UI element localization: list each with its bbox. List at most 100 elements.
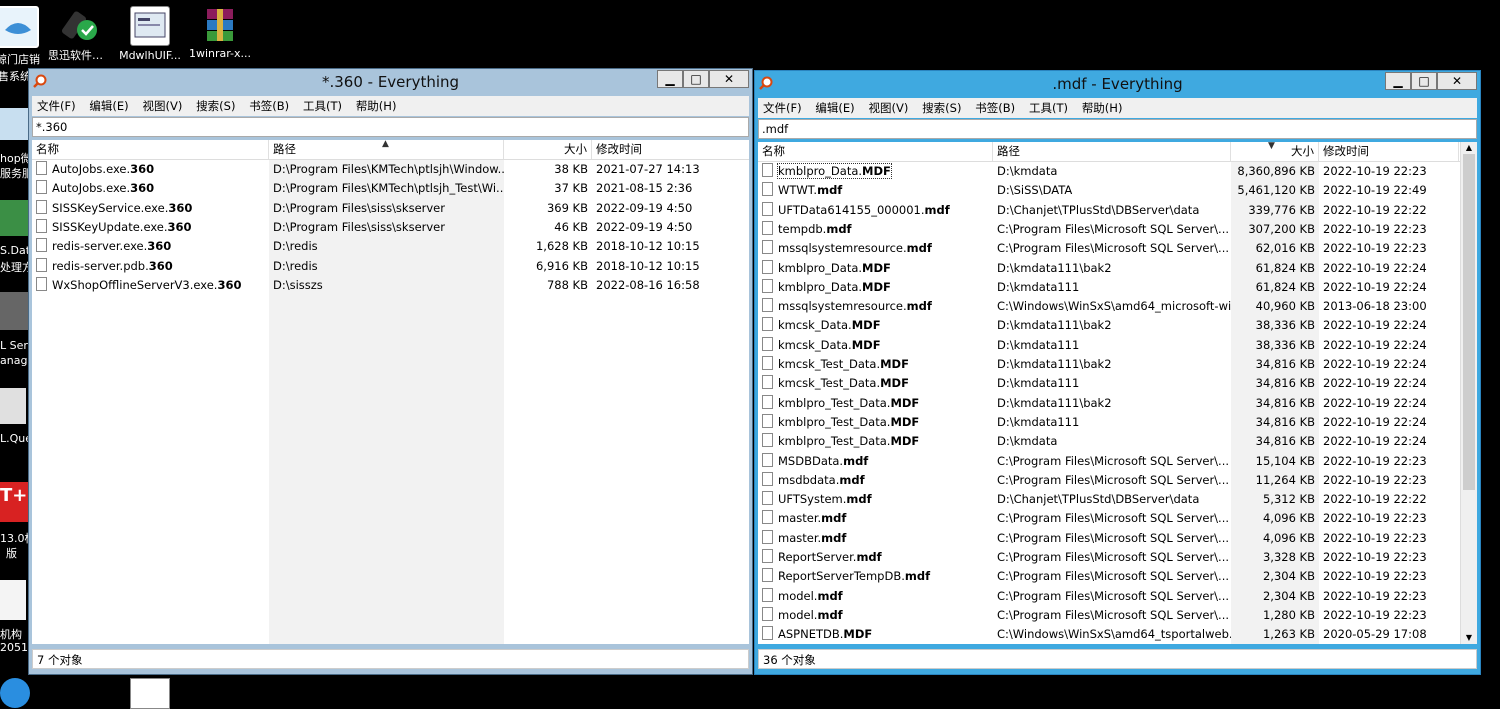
- cell-name: kmblpro_Test_Data.MDF: [758, 394, 993, 413]
- table-row[interactable]: kmcsk_Data.MDF D:\kmdata111\bak2 38,336 KB…: [758, 316, 1461, 335]
- table-row[interactable]: master.mdf C:\Program Files\Microsoft SQL…: [758, 529, 1461, 548]
- table-row[interactable]: master.mdf C:\Program Files\Microsoft SQL…: [758, 509, 1461, 528]
- cell-path: D:\SiSS\DATA: [997, 183, 1073, 198]
- close-button[interactable]: ✕: [709, 70, 749, 88]
- menu-tools[interactable]: 工具(T): [298, 96, 347, 114]
- maximize-button[interactable]: □: [1411, 72, 1437, 90]
- cell-name: UFTSystem.mdf: [758, 490, 993, 509]
- results-list[interactable]: 名称 路径 大小 ▼ 修改时间 kmblpro_Data.MDF D:\kmdat…: [758, 142, 1477, 644]
- menu-bookmarks[interactable]: 书签(B): [970, 98, 1020, 116]
- table-row[interactable]: model.mdf C:\Program Files\Microsoft SQL …: [758, 587, 1461, 606]
- scroll-thumb[interactable]: [1463, 154, 1475, 490]
- table-row[interactable]: UFTSystem.mdf D:\Chanjet\TPlusStd\DBServe…: [758, 490, 1461, 509]
- menu-search[interactable]: 搜索(S): [191, 96, 240, 114]
- column-header-name[interactable]: 名称: [32, 140, 269, 159]
- menu-edit[interactable]: 编辑(E): [84, 96, 133, 114]
- table-row[interactable]: model.mdf C:\Program Files\Microsoft SQL …: [758, 606, 1461, 625]
- table-row[interactable]: kmcsk_Data.MDF D:\kmdata111 38,336 KB 2022-…: [758, 336, 1461, 355]
- table-row[interactable]: kmblpro_Data.MDF D:\kmdata 8,360,896 KB 202…: [758, 162, 1461, 181]
- file-icon: [762, 317, 773, 332]
- menu-view[interactable]: 视图(V): [864, 98, 914, 116]
- results-list[interactable]: 名称 路径 ▲ 大小 修改时间 AutoJobs.exe.360 D:\Progr…: [32, 140, 749, 644]
- column-header-modified[interactable]: 修改时间: [1319, 142, 1459, 161]
- minimize-icon: ▁: [665, 72, 675, 86]
- cell-modified: 2022-10-19 22:23: [1323, 221, 1427, 236]
- file-name: kmblpro_Test_Data.MDF: [778, 396, 919, 410]
- scroll-down-arrow-icon[interactable]: ▼: [1461, 632, 1477, 644]
- cell-size: 46 KB: [554, 219, 588, 234]
- menu-tools[interactable]: 工具(T): [1024, 98, 1073, 116]
- menu-search[interactable]: 搜索(S): [917, 98, 966, 116]
- table-row[interactable]: kmblpro_Test_Data.MDF D:\kmdata111\bak2 34…: [758, 394, 1461, 413]
- file-icon: [762, 201, 773, 216]
- table-row[interactable]: mssqlsystemresource.mdf C:\Windows\WinSxS…: [758, 297, 1461, 316]
- cell-name: redis-server.exe.360: [32, 237, 269, 256]
- file-base-name: redis-server.exe.: [52, 239, 148, 254]
- table-row[interactable]: kmblpro_Data.MDF D:\kmdata111 61,824 KB 202…: [758, 278, 1461, 297]
- table-row[interactable]: ReportServerTempDB.mdf C:\Program Files\M…: [758, 567, 1461, 586]
- cell-size: 11,264 KB: [1255, 472, 1315, 487]
- menu-view[interactable]: 视图(V): [138, 96, 188, 114]
- desktop-icon-siss-license[interactable]: 思迅软件许可: [48, 6, 112, 63]
- file-base-name: kmblpro_Data.: [778, 279, 863, 294]
- tplus-logo-text: T+: [0, 485, 28, 506]
- minimize-button[interactable]: ▁: [657, 70, 683, 88]
- table-row[interactable]: kmblpro_Test_Data.MDF D:\kmdata 34,816 KB 2…: [758, 432, 1461, 451]
- column-header-size[interactable]: 大小: [504, 140, 592, 159]
- side-label: 版: [6, 547, 17, 560]
- file-base-name: kmcsk_Data.: [778, 318, 852, 333]
- scroll-up-arrow-icon[interactable]: ▲: [1461, 142, 1477, 154]
- menu-file[interactable]: 文件(F): [32, 96, 81, 114]
- title-bar[interactable]: .mdf - Everything ▁ □ ✕: [755, 71, 1480, 97]
- column-header-name[interactable]: 名称: [758, 142, 993, 161]
- maximize-button[interactable]: □: [683, 70, 709, 88]
- table-row[interactable]: mssqlsystemresource.mdf C:\Program Files\…: [758, 239, 1461, 258]
- table-row[interactable]: MSDBData.mdf C:\Program Files\Microsoft S…: [758, 452, 1461, 471]
- vertical-scrollbar[interactable]: ▲ ▼: [1460, 142, 1477, 644]
- table-row[interactable]: redis-server.pdb.360 D:\redis 6,916 KB 2018…: [32, 257, 749, 276]
- table-row[interactable]: SISSKeyUpdate.exe.360 D:\Program Files\si…: [32, 218, 749, 237]
- table-row[interactable]: WTWT.mdf D:\SiSS\DATA 5,461,120 KB 2022-10-…: [758, 181, 1461, 200]
- title-bar[interactable]: *.360 - Everything ▁ □ ✕: [29, 69, 752, 95]
- menu-file[interactable]: 文件(F): [758, 98, 807, 116]
- cell-modified: 2022-10-19 22:23: [1323, 569, 1427, 584]
- table-row[interactable]: UFTData614155_000001.mdf D:\Chanjet\TPlus…: [758, 201, 1461, 220]
- file-icon: [762, 182, 773, 197]
- table-row[interactable]: ASPNETDB.MDF C:\Windows\WinSxS\amd64_tspo…: [758, 625, 1461, 644]
- menu-edit[interactable]: 编辑(E): [810, 98, 859, 116]
- table-row[interactable]: ReportServer.mdf C:\Program Files\Microso…: [758, 548, 1461, 567]
- search-input[interactable]: *.360: [32, 117, 749, 137]
- desktop-icon-label: 鲸门店销: [0, 53, 40, 66]
- column-header-path[interactable]: 路径: [993, 142, 1231, 161]
- menu-bookmarks[interactable]: 书签(B): [244, 96, 294, 114]
- cell-size: 62,016 KB: [1255, 241, 1315, 256]
- table-row[interactable]: kmblpro_Test_Data.MDF D:\kmdata111 34,816 …: [758, 413, 1461, 432]
- table-row[interactable]: SISSKeyService.exe.360 D:\Program Files\s…: [32, 199, 749, 218]
- file-extension: MDF: [880, 357, 909, 371]
- table-row[interactable]: AutoJobs.exe.360 D:\Program Files\KMTech\…: [32, 179, 749, 198]
- file-base-name: SISSKeyUpdate.exe.: [52, 219, 168, 234]
- file-name: UFTSystem.mdf: [778, 492, 872, 506]
- table-row[interactable]: AutoJobs.exe.360 D:\Program Files\KMTech\…: [32, 160, 749, 179]
- file-extension: mdf: [817, 607, 843, 622]
- menu-help[interactable]: 帮助(H): [351, 96, 402, 114]
- column-header-size[interactable]: 大小: [1231, 142, 1319, 161]
- close-button[interactable]: ✕: [1437, 72, 1477, 90]
- table-row[interactable]: kmblpro_Data.MDF D:\kmdata111\bak2 61,824 …: [758, 259, 1461, 278]
- table-row[interactable]: WxShopOfflineServerV3.exe.360 D:\sisszs 78…: [32, 276, 749, 295]
- cell-size: 38,336 KB: [1255, 318, 1315, 333]
- desktop-icon-winrar[interactable]: 1winrar-x...: [188, 6, 252, 60]
- table-row[interactable]: msdbdata.mdf C:\Program Files\Microsoft S…: [758, 471, 1461, 490]
- desktop-icon-store[interactable]: 鲸门店销: [0, 6, 50, 67]
- column-header-modified[interactable]: 修改时间: [592, 140, 749, 159]
- table-row[interactable]: redis-server.exe.360 D:\redis 1,628 KB 2018…: [32, 237, 749, 256]
- search-input[interactable]: .mdf: [758, 119, 1477, 139]
- table-row[interactable]: kmcsk_Test_Data.MDF D:\kmdata111 34,816 KB…: [758, 374, 1461, 393]
- menu-help[interactable]: 帮助(H): [1077, 98, 1128, 116]
- desktop-icon-mdwlh[interactable]: MdwlhUIF...: [118, 6, 182, 62]
- file-extension: MDF: [851, 318, 881, 333]
- table-row[interactable]: tempdb.mdf C:\Program Files\Microsoft SQL…: [758, 220, 1461, 239]
- file-extension: 360: [148, 258, 173, 273]
- minimize-button[interactable]: ▁: [1385, 72, 1411, 90]
- table-row[interactable]: kmcsk_Test_Data.MDF D:\kmdata111\bak2 34,8…: [758, 355, 1461, 374]
